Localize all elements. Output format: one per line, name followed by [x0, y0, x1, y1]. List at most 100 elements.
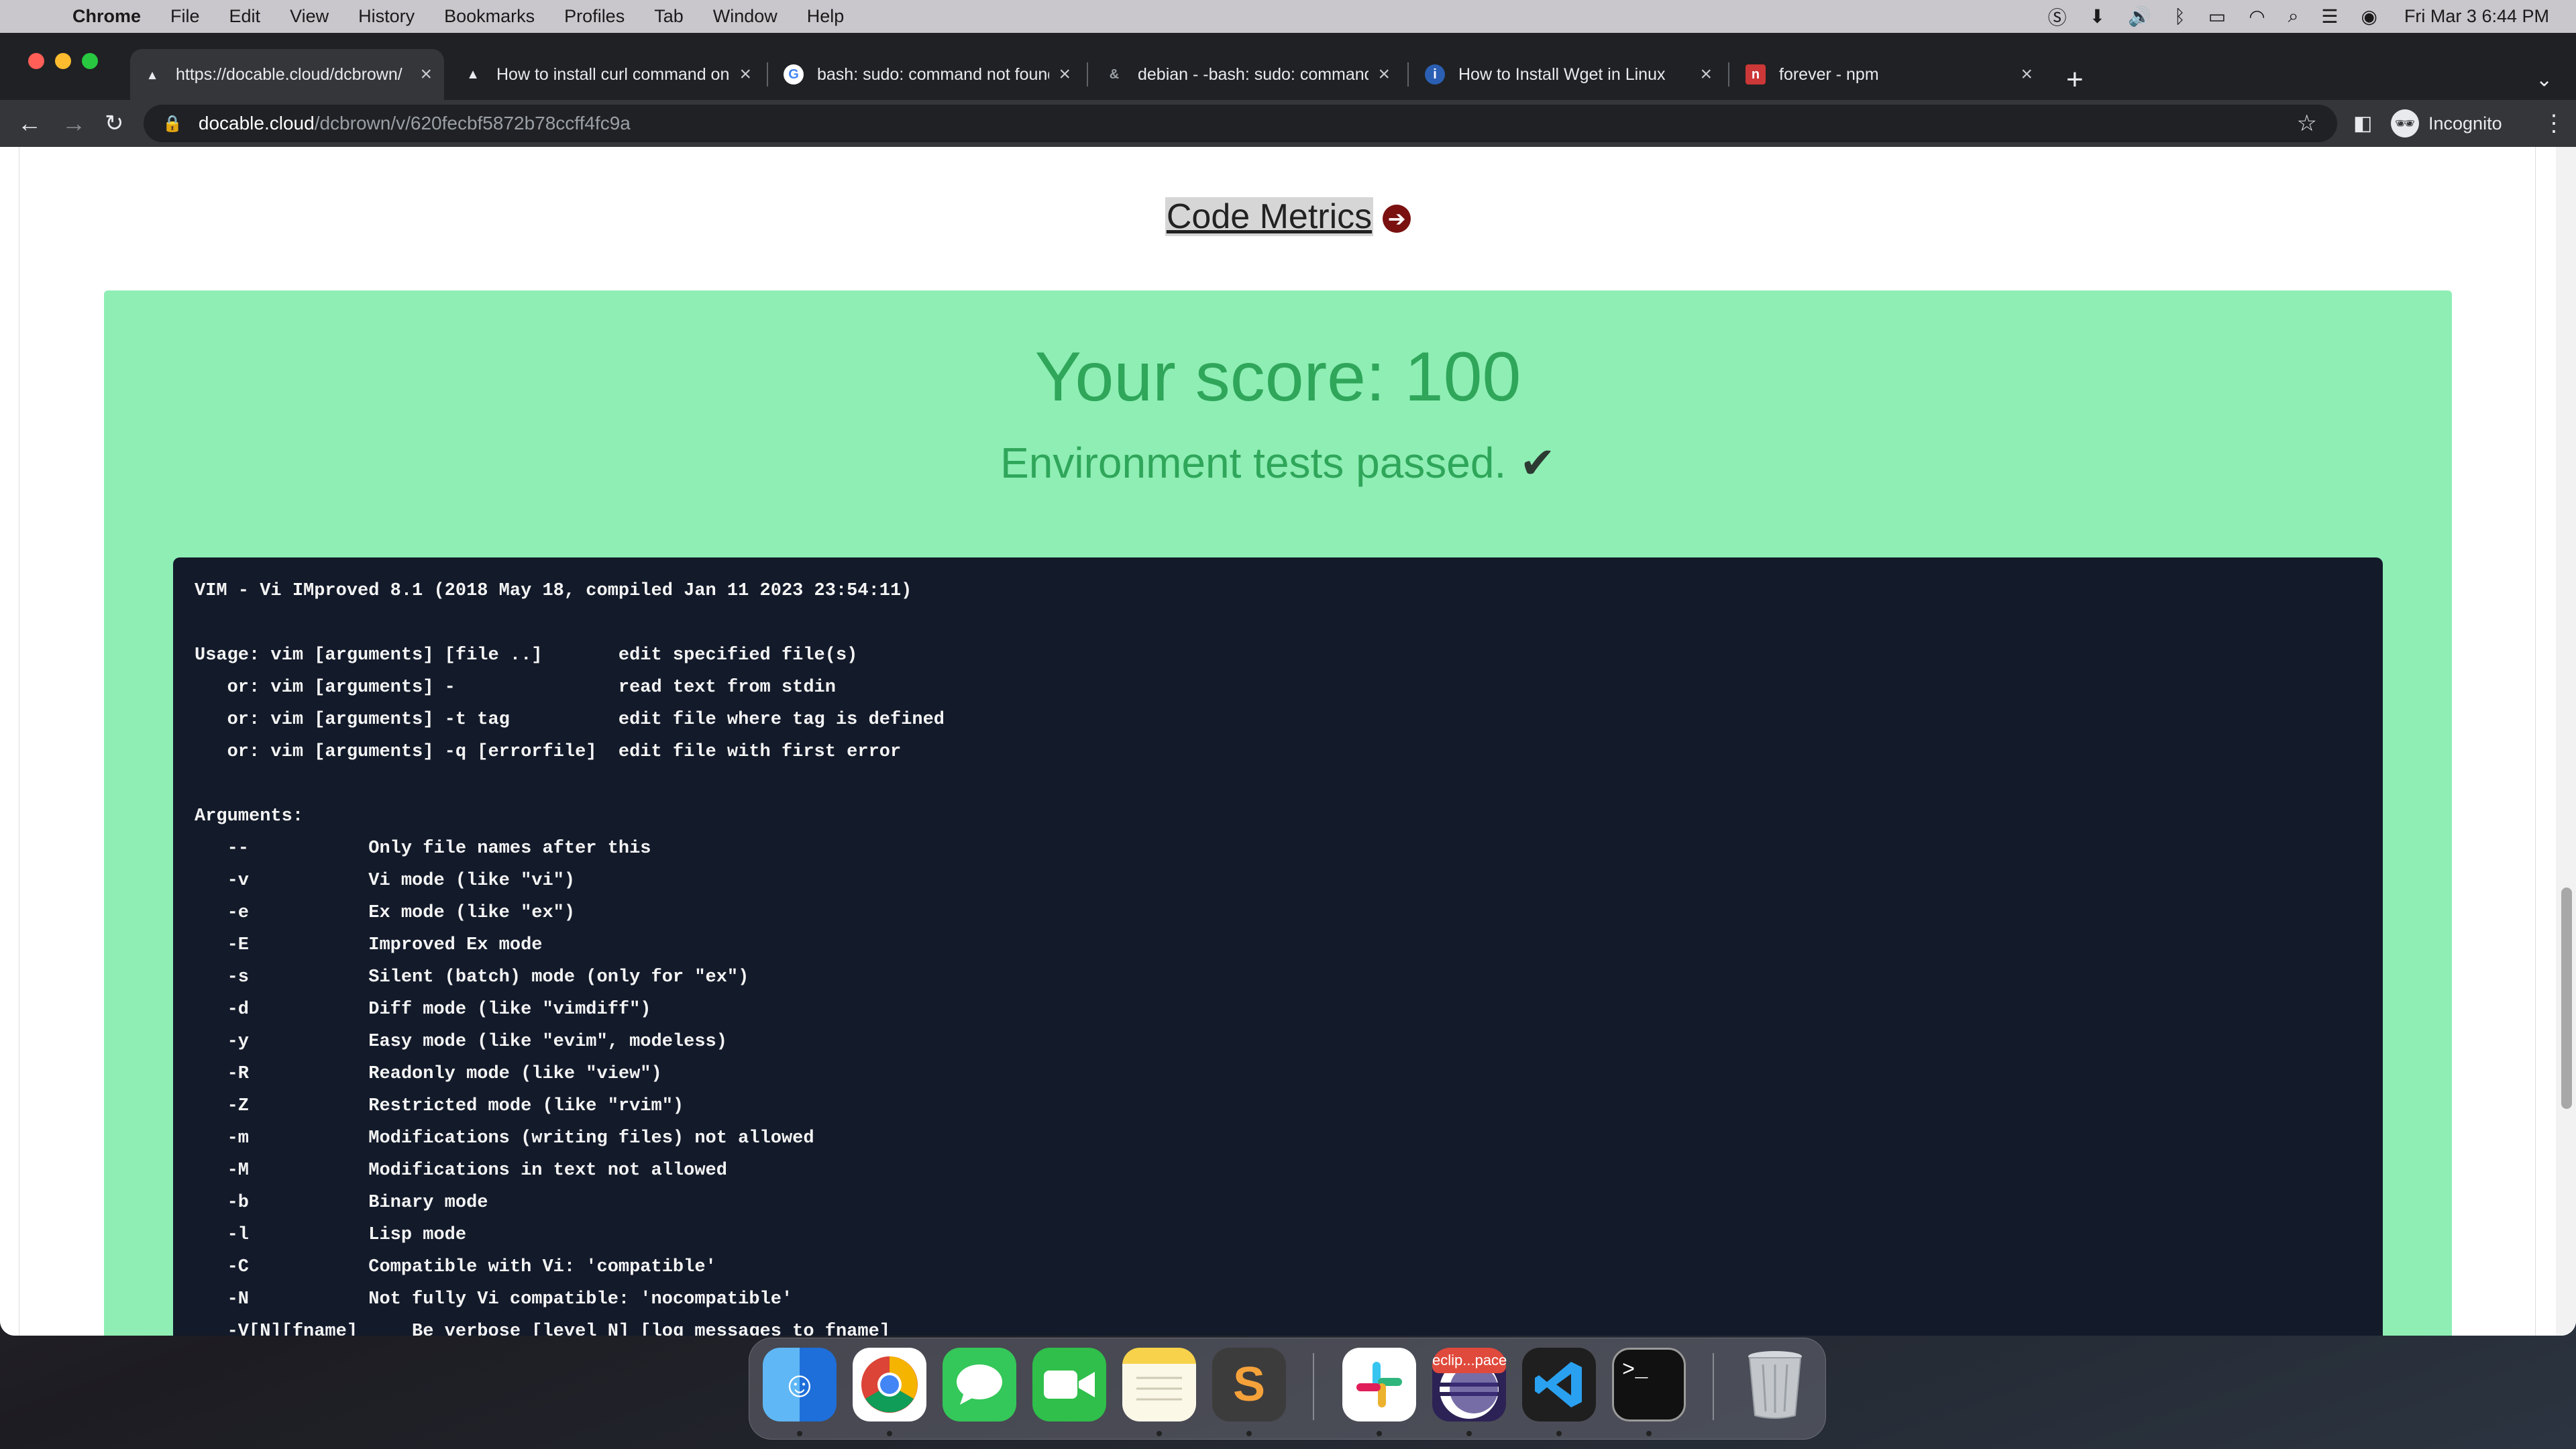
incognito-icon: 🕶 — [2391, 109, 2419, 138]
control-center-icon[interactable]: ☰ — [2321, 5, 2338, 28]
tab-separator — [767, 62, 768, 87]
zoom-window-button[interactable] — [82, 53, 98, 69]
running-indicator — [1466, 1431, 1472, 1436]
wifi-icon[interactable]: ◠ — [2249, 5, 2265, 28]
code-metrics-heading: Code Metrics ➔ — [0, 197, 2576, 237]
battery-icon[interactable]: ▭ — [2208, 5, 2226, 28]
menu-window[interactable]: Window — [713, 6, 777, 27]
chrome-icon[interactable] — [853, 1348, 926, 1421]
incognito-label: Incognito — [2428, 113, 2502, 133]
lock-icon[interactable]: 🔒 — [162, 114, 182, 133]
menu-edit[interactable]: Edit — [229, 6, 261, 27]
page-viewport: Code Metrics ➔ Your score: 100 Environmen… — [0, 147, 2576, 1336]
siri-icon[interactable]: ◉ — [2361, 5, 2377, 28]
menu-app-name[interactable]: Chrome — [72, 6, 141, 27]
menu-history[interactable]: History — [358, 6, 415, 27]
sublime-text-icon[interactable]: S — [1212, 1348, 1286, 1421]
incognito-profile-button[interactable]: 🕶 Incognito — [2391, 109, 2502, 138]
menu-help[interactable]: Help — [807, 6, 845, 27]
trash-can — [1748, 1351, 1802, 1419]
menu-profiles[interactable]: Profiles — [564, 6, 625, 27]
finder-icon[interactable]: ☺ — [763, 1348, 837, 1421]
side-panel-icon[interactable]: ◧ — [2353, 112, 2372, 136]
terminal-output: VIM - Vi IMproved 8.1 (2018 May 18, comp… — [173, 557, 2383, 1336]
facetime-icon[interactable] — [1032, 1348, 1106, 1421]
menu-view[interactable]: View — [290, 6, 329, 27]
checkmark-icon: ✔ — [1519, 439, 1556, 487]
eclipse-workspace-badge: eclip...pace — [1432, 1352, 1507, 1368]
close-tab-icon[interactable]: × — [2021, 63, 2033, 86]
score-panel: Your score: 100 Environment tests passed… — [104, 290, 2452, 1336]
back-button[interactable]: ← — [17, 109, 42, 138]
menu-tab[interactable]: Tab — [654, 6, 684, 27]
code-metrics-link[interactable]: Code Metrics — [1165, 197, 1374, 236]
close-tab-icon[interactable]: × — [1700, 63, 1712, 86]
tab-title: How to Install Wget in Linux — [1458, 64, 1666, 84]
notes-icon[interactable] — [1122, 1348, 1196, 1421]
close-tab-icon[interactable]: × — [739, 63, 751, 86]
scrollbar-track[interactable] — [2556, 147, 2576, 1336]
tab-search-chevron-icon[interactable]: ⌄ — [2536, 68, 2553, 92]
running-indicator — [1646, 1431, 1652, 1436]
article-icon: ▲ — [466, 66, 480, 82]
tab-docable[interactable]: ▴ https://docable.cloud/dcbrown/ × — [130, 49, 444, 100]
url-host: docable.cloud — [198, 113, 315, 133]
google-icon: G — [784, 64, 804, 85]
minimize-window-button[interactable] — [55, 53, 71, 69]
score-title: Your score: 100 — [1034, 338, 1521, 416]
running-indicator — [887, 1431, 892, 1436]
close-tab-icon[interactable]: × — [420, 63, 432, 86]
forward-button[interactable]: → — [62, 109, 86, 138]
terminal-icon[interactable]: >_ — [1612, 1348, 1686, 1421]
scrollbar-thumb[interactable] — [2561, 888, 2572, 1109]
environment-status-text: Environment tests passed. — [1000, 439, 1507, 487]
speech-bubble — [957, 1364, 1002, 1405]
menu-file[interactable]: File — [170, 6, 200, 27]
trash-icon[interactable] — [1738, 1348, 1812, 1421]
tab-curl[interactable]: ▲ How to install curl command on × — [451, 49, 763, 100]
article-icon: i — [1425, 64, 1445, 85]
running-indicator — [1556, 1431, 1562, 1436]
running-indicator — [1377, 1431, 1382, 1436]
chrome-menu-icon[interactable]: ⋮ — [2542, 110, 2565, 137]
new-tab-button[interactable]: + — [2066, 63, 2084, 97]
camera-glyph — [1044, 1371, 1095, 1399]
browser-toolbar: ← → ↻ 🔒 docable.cloud /dcbrown/v/620fecb… — [0, 100, 2576, 147]
close-window-button[interactable] — [28, 53, 44, 69]
menubar-clock[interactable]: Fri Mar 3 6:44 PM — [2404, 6, 2549, 27]
macos-dock: ☺ S eclip...pace >_ — [749, 1338, 1826, 1440]
chrome-logo — [861, 1356, 918, 1413]
tab-debian[interactable]: & debian - -bash: sudo: command × — [1092, 49, 1402, 100]
address-bar[interactable]: 🔒 docable.cloud /dcbrown/v/620fecbf5872b… — [144, 105, 2337, 142]
environment-status: Environment tests passed. ✔ — [104, 438, 2452, 488]
download-icon[interactable]: ⬇ — [2090, 5, 2105, 28]
close-tab-icon[interactable]: × — [1059, 63, 1071, 86]
chrome-window: ▴ https://docable.cloud/dcbrown/ × ▲ How… — [0, 33, 2576, 1336]
skype-icon[interactable]: Ⓢ — [2048, 3, 2067, 30]
tab-bash-sudo[interactable]: G bash: sudo: command not found × — [771, 49, 1083, 100]
menu-bookmarks[interactable]: Bookmarks — [444, 6, 535, 27]
messages-icon[interactable] — [943, 1348, 1016, 1421]
tab-separator — [1087, 62, 1088, 87]
close-tab-icon[interactable]: × — [1378, 63, 1390, 86]
slack-icon[interactable] — [1342, 1348, 1416, 1421]
vscode-icon[interactable] — [1522, 1348, 1596, 1421]
bluetooth-icon[interactable]: ᛒ — [2174, 6, 2186, 28]
spotlight-icon[interactable]: ⌕ — [2288, 5, 2299, 28]
terminal-text: VIM - Vi IMproved 8.1 (2018 May 18, comp… — [195, 581, 945, 1336]
tab-wget[interactable]: i How to Install Wget in Linux × — [1413, 49, 1724, 100]
running-indicator — [1246, 1431, 1252, 1436]
bookmark-star-icon[interactable]: ☆ — [2297, 110, 2317, 137]
macos-menubar: Chrome File Edit View History Bookmarks … — [0, 0, 2576, 33]
url-path: /dcbrown/v/620fecbf5872b78ccff4fc9a — [314, 113, 631, 133]
tab-title: forever - npm — [1779, 64, 1879, 84]
arrow-right-circle-icon[interactable]: ➔ — [1383, 205, 1411, 233]
stackexchange-icon: & — [1109, 66, 1120, 82]
volume-icon[interactable]: 🔊 — [2128, 5, 2151, 28]
tab-strip: ▴ https://docable.cloud/dcbrown/ × ▲ How… — [0, 33, 2576, 100]
running-indicator — [1157, 1431, 1162, 1436]
reload-button[interactable]: ↻ — [105, 110, 124, 137]
tab-title: debian - -bash: sudo: command — [1138, 64, 1369, 84]
tab-forever-npm[interactable]: n forever - npm × — [1733, 49, 2045, 100]
tab-separator — [1728, 62, 1729, 87]
